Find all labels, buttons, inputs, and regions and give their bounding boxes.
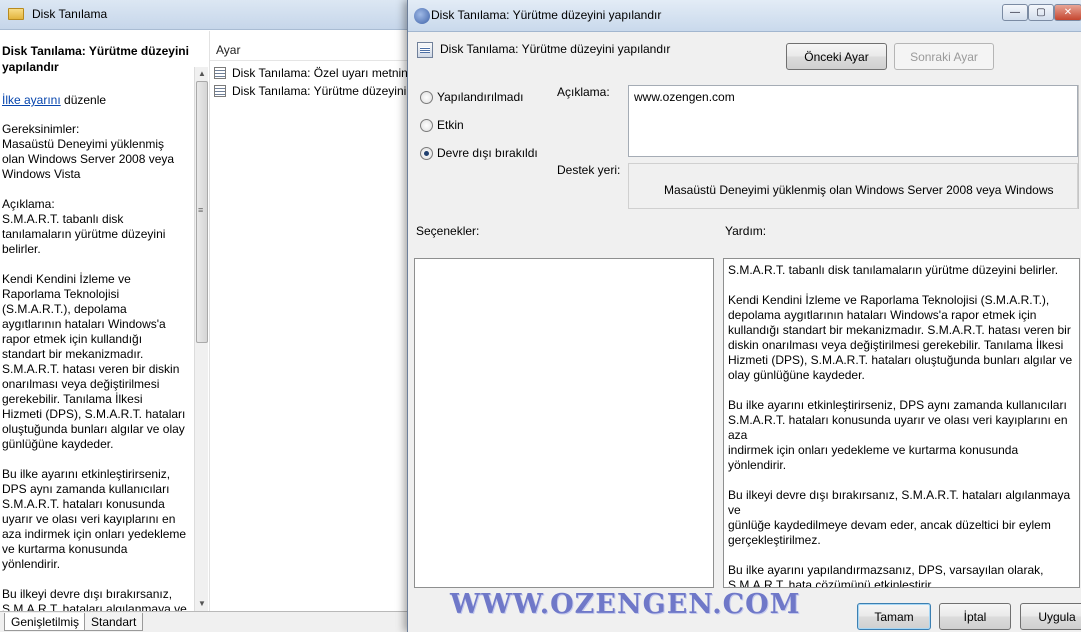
scroll-down-arrow-icon[interactable]: ▼ bbox=[195, 597, 209, 611]
radio-label: Etkin bbox=[437, 118, 464, 132]
setting-heading: Disk Tanılama: Yürütme düzeyini yapıland… bbox=[2, 44, 189, 74]
list-item[interactable]: Disk Tanılama: Yürütme düzeyini bbox=[210, 82, 410, 100]
supported-on-value: Masaüstü Deneyimi yüklenmiş olan Windows… bbox=[628, 163, 1078, 209]
policy-setting-dialog: Disk Tanılama: Yürütme düzeyini yapıland… bbox=[407, 0, 1081, 632]
policy-setting-icon bbox=[417, 42, 433, 58]
list-item-label: Disk Tanılama: Özel uyarı metnini bbox=[232, 66, 410, 80]
scroll-grip-icon: ≡ bbox=[198, 205, 204, 215]
scroll-up-arrow-icon[interactable]: ▲ bbox=[195, 67, 209, 81]
help-paragraph: Bu ilkeyi devre dışı bırakırsanız, S.M.A… bbox=[728, 488, 1071, 547]
policy-setting-icon bbox=[214, 85, 226, 97]
options-panel bbox=[414, 258, 714, 588]
help-paragraph: S.M.A.R.T. tabanlı disk tanılamaların yü… bbox=[728, 263, 1059, 277]
extended-description-pane: Disk Tanılama: Yürütme düzeyini yapıland… bbox=[0, 31, 193, 611]
next-setting-button[interactable]: Sonraki Ayar bbox=[894, 43, 994, 70]
enable-explanation-text: Bu ilke ayarını etkinleştirirseniz, DPS … bbox=[2, 467, 187, 571]
apply-button[interactable]: Uygula bbox=[1020, 603, 1081, 630]
help-paragraph: Bu ilke ayarını yapılandırmazsanız, DPS,… bbox=[728, 563, 1044, 588]
description-scrollbar[interactable]: ▲ ≡ ▼ bbox=[194, 67, 208, 611]
smart-explanation-text: Kendi Kendini İzleme ve Raporlama Teknol… bbox=[2, 272, 186, 451]
disk-diagnostic-icon bbox=[414, 8, 430, 24]
close-button[interactable]: ✕ bbox=[1054, 4, 1081, 21]
radio-label: Yapılandırılmadı bbox=[437, 90, 524, 104]
cancel-button[interactable]: İptal bbox=[939, 603, 1011, 630]
comment-input[interactable] bbox=[628, 85, 1078, 157]
supported-on-label: Destek yeri: bbox=[557, 163, 621, 177]
view-tabs: Genişletilmiş Standart bbox=[0, 611, 410, 632]
column-header-setting[interactable]: Ayar bbox=[210, 39, 410, 61]
comment-label: Açıklama: bbox=[557, 85, 610, 99]
requirements-text: Gereksinimler: Masaüstü Deneyimi yüklenm… bbox=[2, 122, 175, 181]
help-panel: S.M.A.R.T. tabanlı disk tanılamaların yü… bbox=[723, 258, 1080, 588]
edit-policy-suffix: düzenle bbox=[60, 93, 107, 107]
folder-icon bbox=[8, 8, 24, 20]
minimize-button[interactable]: — bbox=[1002, 4, 1028, 21]
ok-button[interactable]: Tamam bbox=[857, 603, 931, 630]
radio-button[interactable] bbox=[420, 119, 433, 132]
radio-button[interactable] bbox=[420, 91, 433, 104]
background-window-title: Disk Tanılama bbox=[32, 7, 108, 21]
dialog-titlebar[interactable]: Disk Tanılama: Yürütme düzeyini yapıland… bbox=[408, 0, 1081, 32]
edit-policy-link[interactable]: İlke ayarını bbox=[2, 93, 61, 107]
settings-list: Ayar Disk Tanılama: Özel uyarı metnini D… bbox=[209, 31, 410, 611]
radio-label: Devre dışı bırakıldı bbox=[437, 146, 538, 160]
help-label: Yardım: bbox=[725, 224, 767, 238]
maximize-button[interactable]: ▢ bbox=[1028, 4, 1054, 21]
disable-explanation-text: Bu ilkeyi devre dışı bırakırsanız, S.M.A… bbox=[2, 587, 187, 611]
radio-button[interactable] bbox=[420, 147, 433, 160]
tab-standard[interactable]: Standart bbox=[84, 613, 144, 631]
help-paragraph: Kendi Kendini İzleme ve Raporlama Teknol… bbox=[728, 293, 1073, 382]
tab-extended[interactable]: Genişletilmiş bbox=[4, 613, 87, 631]
policy-setting-icon bbox=[214, 67, 226, 79]
list-item-label: Disk Tanılama: Yürütme düzeyini bbox=[232, 84, 407, 98]
dialog-title: Disk Tanılama: Yürütme düzeyini yapıland… bbox=[431, 8, 662, 22]
dialog-header: Disk Tanılama: Yürütme düzeyini yapıland… bbox=[440, 42, 671, 56]
website-watermark: WWW.OZENGEN.COM bbox=[450, 589, 801, 620]
edit-policy-line: İlke ayarını düzenle bbox=[2, 93, 193, 108]
description-text: Açıklama: S.M.A.R.T. tabanlı disk tanıla… bbox=[2, 197, 166, 256]
list-item[interactable]: Disk Tanılama: Özel uyarı metnini bbox=[210, 64, 410, 82]
previous-setting-button[interactable]: Önceki Ayar bbox=[786, 43, 887, 70]
options-label: Seçenekler: bbox=[416, 224, 480, 238]
background-window-titlebar[interactable]: Disk Tanılama bbox=[0, 0, 410, 30]
help-paragraph: Bu ilke ayarını etkinleştirirseniz, DPS … bbox=[728, 398, 1068, 472]
